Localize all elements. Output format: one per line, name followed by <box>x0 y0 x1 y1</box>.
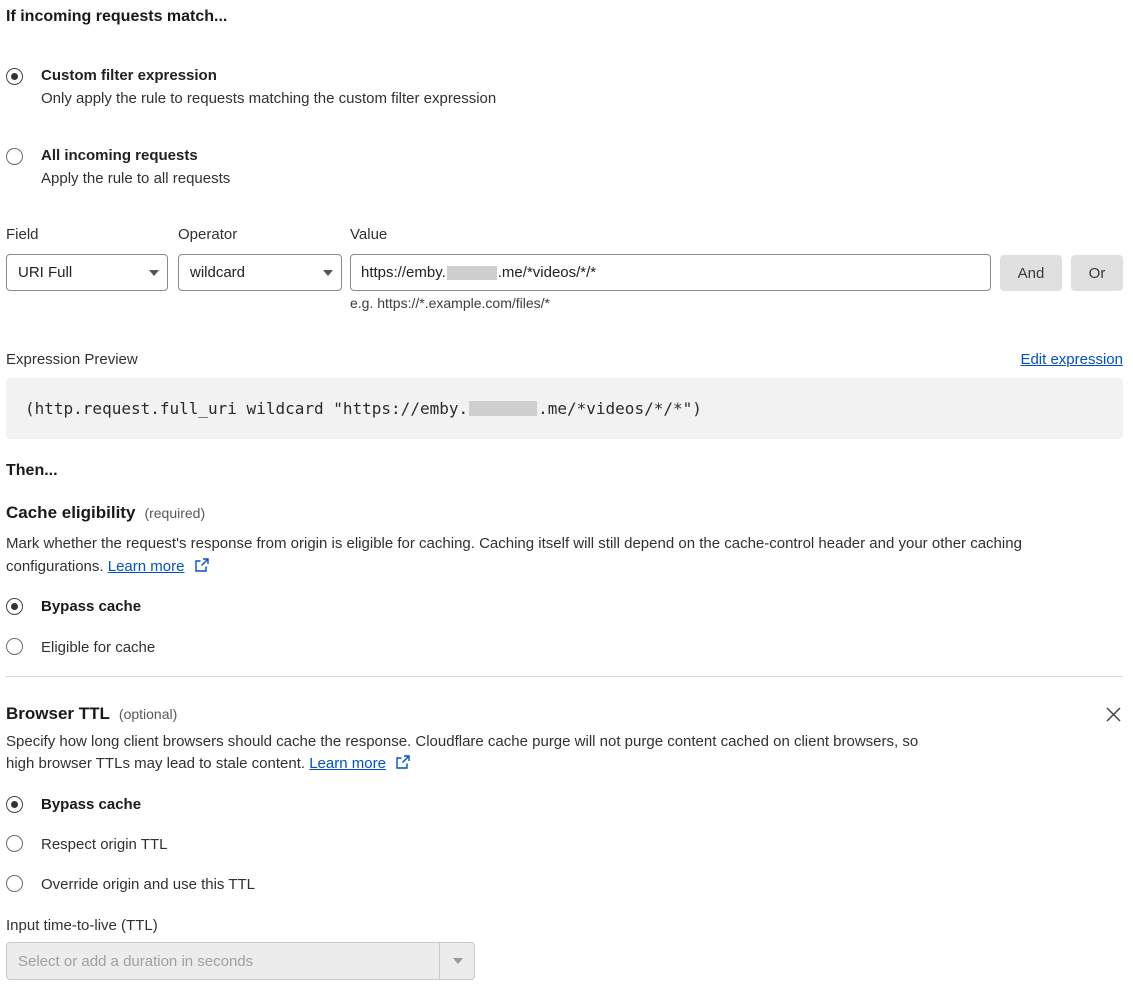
chevron-down-icon <box>149 270 159 276</box>
cache-eligibility-description-line1: Mark whether the request's response from… <box>6 535 1022 552</box>
custom-filter-description: Only apply the rule to requests matching… <box>41 90 497 107</box>
ce-eligible-for-cache-label: Eligible for cache <box>41 639 156 656</box>
ttl-select[interactable]: Select or add a duration in seconds <box>6 942 475 980</box>
redacted-block <box>446 265 497 280</box>
field-select-value: URI Full <box>18 264 73 281</box>
expression-code-suffix: .me/*videos/*/*") <box>538 399 702 418</box>
operator-label: Operator <box>178 226 238 243</box>
edit-expression-link[interactable]: Edit expression <box>1020 351 1123 368</box>
and-button[interactable]: And <box>1000 255 1062 291</box>
cache-eligibility-header: Cache eligibility (required) <box>6 503 205 523</box>
value-input-prefix: https://emby. <box>361 264 446 281</box>
browser-ttl-description-line2: high browser TTLs may lead to stale cont… <box>6 755 410 772</box>
section-divider <box>6 676 1123 677</box>
browser-ttl-description-line1: Specify how long client browsers should … <box>6 733 919 750</box>
radio-ce-eligible-for-cache[interactable] <box>6 638 23 655</box>
radio-bt-respect-origin[interactable] <box>6 835 23 852</box>
or-button[interactable]: Or <box>1071 255 1123 291</box>
bt-override-origin-label: Override origin and use this TTL <box>41 876 255 893</box>
browser-ttl-tag: (optional) <box>118 706 178 722</box>
value-hint: e.g. https://*.example.com/files/* <box>350 295 550 311</box>
cache-eligibility-description-text: configurations. <box>6 558 104 575</box>
radio-custom-filter[interactable] <box>6 68 23 85</box>
close-icon[interactable] <box>1106 707 1121 722</box>
radio-all-requests[interactable] <box>6 148 23 165</box>
operator-select-value: wildcard <box>190 264 246 281</box>
cache-eligibility-learn-more-link[interactable]: Learn more <box>108 558 185 575</box>
cache-eligibility-title: Cache eligibility <box>6 503 136 522</box>
chevron-down-icon <box>323 270 333 276</box>
browser-ttl-description-text: high browser TTLs may lead to stale cont… <box>6 755 306 772</box>
cache-eligibility-tag: (required) <box>144 505 206 521</box>
value-label: Value <box>350 226 388 243</box>
ttl-select-placeholder: Select or add a duration in seconds <box>18 952 254 970</box>
radio-ce-bypass-cache[interactable] <box>6 598 23 615</box>
radio-bt-override-origin[interactable] <box>6 875 23 892</box>
value-input[interactable]: https://emby. .me/*videos/*/* <box>350 254 991 291</box>
section-then-title: Then... <box>6 462 58 479</box>
ce-bypass-cache-label: Bypass cache <box>41 598 142 615</box>
expression-preview-box: (http.request.full_uri wildcard "https:/… <box>6 378 1123 439</box>
field-label: Field <box>6 226 39 243</box>
radio-bt-bypass-cache[interactable] <box>6 796 23 813</box>
browser-ttl-header: Browser TTL (optional) <box>6 704 177 724</box>
custom-filter-label: Custom filter expression <box>41 67 217 84</box>
all-requests-label: All incoming requests <box>41 147 198 164</box>
field-select[interactable]: URI Full <box>6 254 168 291</box>
expression-code-prefix: (http.request.full_uri wildcard "https:/… <box>25 399 469 418</box>
chevron-down-icon[interactable] <box>453 958 463 964</box>
section-if-title: If incoming requests match... <box>6 8 228 25</box>
browser-ttl-title: Browser TTL <box>6 704 110 723</box>
bt-bypass-cache-label: Bypass cache <box>41 796 142 813</box>
cache-eligibility-description-line2: configurations. Learn more <box>6 558 209 575</box>
expression-preview-label: Expression Preview <box>6 351 138 368</box>
value-input-suffix: .me/*videos/*/* <box>497 264 597 281</box>
external-link-icon[interactable] <box>194 558 209 572</box>
ttl-select-divider <box>439 943 440 979</box>
bt-respect-origin-label: Respect origin TTL <box>41 836 168 853</box>
redacted-block <box>469 401 538 416</box>
external-link-icon[interactable] <box>396 755 410 769</box>
all-requests-description: Apply the rule to all requests <box>41 170 231 187</box>
browser-ttl-learn-more-link[interactable]: Learn more <box>309 755 386 772</box>
ttl-input-label: Input time-to-live (TTL) <box>6 917 158 934</box>
operator-select[interactable]: wildcard <box>178 254 342 291</box>
